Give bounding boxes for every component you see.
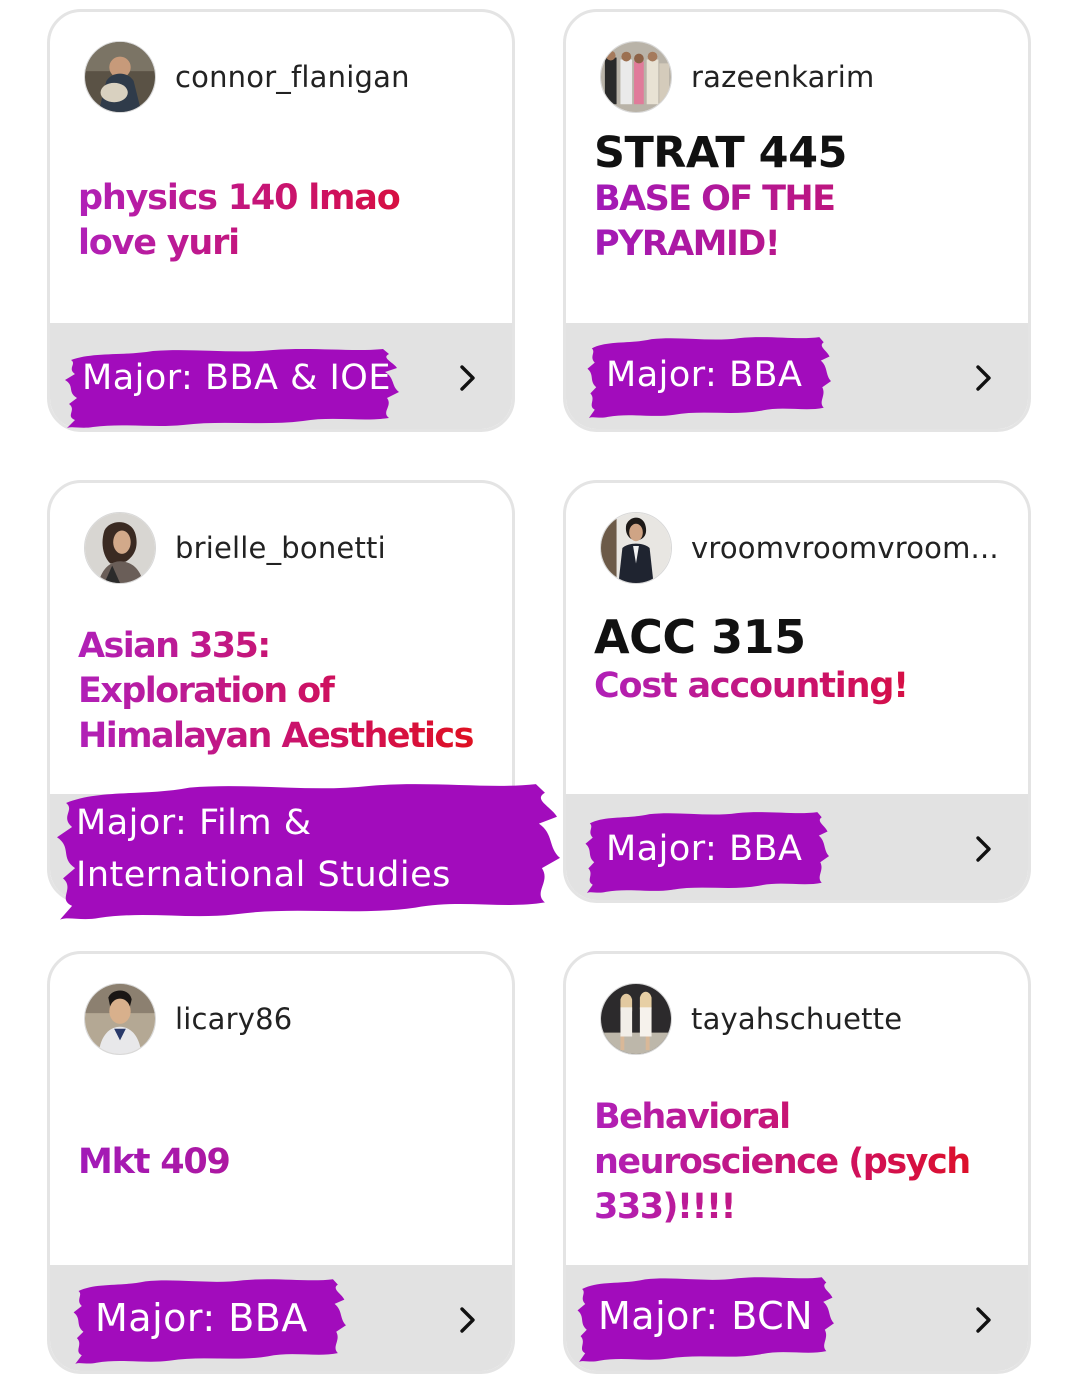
- major-label-line2: International Studies: [76, 855, 451, 895]
- username[interactable]: brielle_bonetti: [175, 531, 386, 565]
- course-description: Asian 335: Exploration of Himalayan Aest…: [78, 624, 484, 759]
- course-code: STRAT 445: [594, 128, 847, 178]
- major-label: Major: Film & International Studies: [76, 797, 451, 901]
- user-card[interactable]: licary86 Mkt 409 Major: BBA: [47, 951, 515, 1374]
- course-description: Behavioral neuroscience (psych 333)!!!!: [594, 1095, 1000, 1230]
- user-card[interactable]: connor_flanigan physics 140 lmao love yu…: [47, 9, 515, 432]
- course-description: Cost accounting!: [594, 664, 1000, 709]
- user-row[interactable]: licary86: [84, 983, 292, 1055]
- user-row[interactable]: tayahschuette: [600, 983, 902, 1055]
- course-description: physics 140 lmao love yuri: [78, 176, 484, 266]
- major-label: Major: BBA & IOE: [82, 358, 391, 398]
- user-row[interactable]: razeenkarim: [600, 41, 874, 113]
- course-description: BASE OF THE PYRAMID!: [594, 177, 854, 267]
- major-label: Major: BBA: [95, 1296, 308, 1340]
- avatar-photo-icon[interactable]: [84, 41, 156, 113]
- course-code: ACC 315: [594, 610, 806, 664]
- user-card[interactable]: vroomvroomvroom... ACC 315 Cost accounti…: [563, 480, 1031, 903]
- chevron-right-icon[interactable]: [452, 1305, 482, 1335]
- user-row[interactable]: connor_flanigan: [84, 41, 410, 113]
- avatar-photo-icon[interactable]: [600, 983, 672, 1055]
- major-label: Major: BBA: [606, 355, 803, 395]
- avatar-photo-icon[interactable]: [84, 983, 156, 1055]
- course-description: Mkt 409: [78, 1140, 484, 1185]
- chevron-right-icon[interactable]: [968, 834, 998, 864]
- username[interactable]: licary86: [175, 1002, 292, 1036]
- username[interactable]: razeenkarim: [691, 60, 874, 94]
- major-label: Major: BCN: [598, 1294, 814, 1338]
- avatar-photo-icon[interactable]: [600, 512, 672, 584]
- chevron-right-icon[interactable]: [452, 363, 482, 393]
- avatar-photo-icon[interactable]: [84, 512, 156, 584]
- user-row[interactable]: brielle_bonetti: [84, 512, 386, 584]
- chevron-right-icon[interactable]: [968, 363, 998, 393]
- username[interactable]: connor_flanigan: [175, 60, 410, 94]
- avatar-photo-icon[interactable]: [600, 41, 672, 113]
- user-card[interactable]: razeenkarim STRAT 445 BASE OF THE PYRAMI…: [563, 9, 1031, 432]
- user-card[interactable]: tayahschuette Behavioral neuroscience (p…: [563, 951, 1031, 1374]
- user-row[interactable]: vroomvroomvroom...: [600, 512, 999, 584]
- username[interactable]: tayahschuette: [691, 1002, 902, 1036]
- username[interactable]: vroomvroomvroom...: [691, 531, 999, 565]
- major-label: Major: BBA: [606, 829, 803, 869]
- user-card[interactable]: brielle_bonetti Asian 335: Exploration o…: [47, 480, 561, 920]
- major-label-line1: Major: Film &: [76, 803, 312, 843]
- chevron-right-icon[interactable]: [968, 1305, 998, 1335]
